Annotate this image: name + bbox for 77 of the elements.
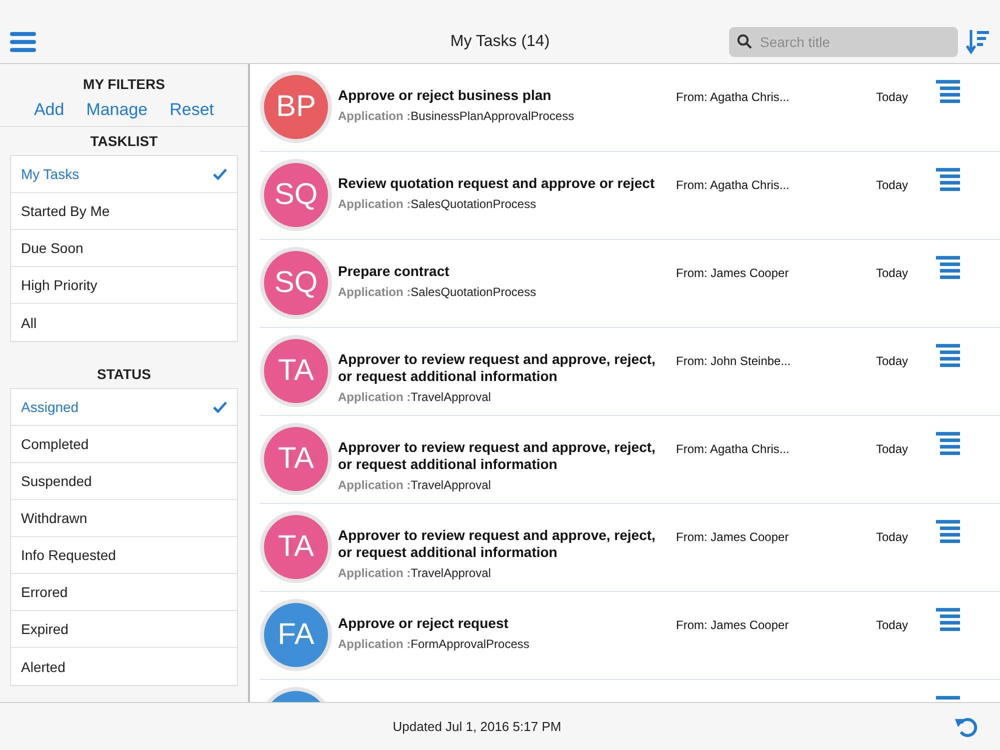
task-date: Today <box>876 177 910 192</box>
search-bar[interactable]: Search title <box>729 26 958 56</box>
task-title: Approver to review request and approve, reject, or request additional information <box>338 351 656 385</box>
section-title: TASKLIST <box>89 132 159 151</box>
task-date: Today <box>876 265 910 280</box>
initials-avatar: BP <box>264 75 328 139</box>
filter-item[interactable]: Alerted <box>11 648 237 685</box>
initials-avatar: FA <box>264 603 328 667</box>
checkmark-icon <box>213 401 227 413</box>
list-icon[interactable] <box>936 608 962 632</box>
task-date: Today <box>876 89 910 104</box>
filter-action-link[interactable]: Reset <box>170 100 214 120</box>
task-row[interactable]: BP Approve or reject business plan Application :BusinessPlanApprovalProcess From: Agatha Chris... Today <box>260 64 1000 152</box>
task-title: Approver to review request and approve, reject, or request additional information <box>338 527 656 561</box>
search-field[interactable]: Search title <box>758 32 942 50</box>
filter-action-link[interactable]: Add <box>34 100 64 120</box>
task-sender: From: James Cooper <box>676 617 790 632</box>
task-sender: From: John Steinbe... <box>676 353 792 368</box>
task-row[interactable]: TA Approver to review request and approve, reject, or request additional information Application :TravelApproval From: James Cooper Today <box>260 504 1000 592</box>
list-icon[interactable] <box>936 520 962 544</box>
application-line: Application :TravelApproval <box>338 566 492 580</box>
filter-item[interactable]: Info Requested <box>11 537 237 574</box>
list-icon[interactable] <box>936 168 962 192</box>
task-title: Approve or reject request <box>338 615 510 632</box>
filter-item[interactable]: My Tasks <box>11 156 237 193</box>
filter-item[interactable]: Errored <box>11 574 237 611</box>
checkmark-icon <box>213 168 227 180</box>
application-line: Application :BusinessPlanApprovalProcess <box>338 109 576 123</box>
initials-avatar: TA <box>264 427 328 491</box>
task-row[interactable]: FA Approve or reject request Application :FormApprovalProcess From: James Cooper Today <box>260 592 1000 680</box>
sort-icon[interactable] <box>966 28 990 54</box>
task-title: Approve or reject business plan <box>338 87 552 104</box>
task-date: Today <box>876 441 910 456</box>
initials-avatar: SQ <box>264 251 328 315</box>
initials-avatar: TA <box>264 515 328 579</box>
list-icon[interactable] <box>936 256 962 280</box>
task-title: Approver to review request and approve, reject, or request additional information <box>338 439 656 473</box>
updated-time: Updated Jul 1, 2016 5:17 PM <box>392 719 562 734</box>
task-sender: From: James Cooper <box>676 265 790 280</box>
task-sender: From: Agatha Chris... <box>676 89 790 104</box>
filter-item[interactable]: Completed <box>11 426 237 463</box>
task-row[interactable]: TA Approver to review request and approve, reject, or request additional information Application :TravelApproval From: John Steinbe... Today <box>260 328 1000 416</box>
list-icon[interactable] <box>936 80 962 104</box>
filter-item[interactable]: High Priority <box>11 267 237 304</box>
task-sender: From: Agatha Chris... <box>676 441 790 456</box>
filter-item[interactable]: All <box>11 304 237 341</box>
task-date: Today <box>876 529 910 544</box>
page-title: My Tasks (14) <box>450 32 550 50</box>
list-icon[interactable] <box>936 432 962 456</box>
application-line: Application :SalesQuotationProcess <box>338 285 538 299</box>
task-date: Today <box>876 353 910 368</box>
task-row[interactable]: SQ Prepare contract Application :SalesQuotationProcess From: James Cooper Today <box>260 240 1000 328</box>
filter-item[interactable]: Withdrawn <box>11 500 237 537</box>
filter-item[interactable]: Started By Me <box>11 193 237 230</box>
task-title: Review quotation request and approve or reject <box>338 175 656 192</box>
filter-item[interactable]: Assigned <box>11 389 237 426</box>
filter-action-link[interactable]: Manage <box>86 100 148 120</box>
section-title: STATUS <box>96 365 152 384</box>
filter-item[interactable]: Due Soon <box>11 230 237 267</box>
application-line: Application :SalesQuotationProcess <box>338 197 538 211</box>
search-icon <box>737 34 752 49</box>
task-row[interactable]: SQ Review quotation request and approve or reject Application :SalesQuotationProcess From: Agatha Chris... Today <box>260 152 1000 240</box>
menu-icon[interactable] <box>10 30 36 54</box>
list-icon[interactable] <box>936 344 962 368</box>
task-sender: From: Agatha Chris... <box>676 177 790 192</box>
filter-item[interactable]: Expired <box>11 611 237 648</box>
application-line: Application :TravelApproval <box>338 478 492 492</box>
application-line: Application :FormApprovalProcess <box>338 637 530 651</box>
initials-avatar: TA <box>264 339 328 403</box>
task-title: Prepare contract <box>338 263 450 280</box>
task-row[interactable]: TA Approver to review request and approve, reject, or request additional information Application :TravelApproval From: Agatha Chris... Today <box>260 416 1000 504</box>
task-sender: From: James Cooper <box>676 529 790 544</box>
task-date: Today <box>876 617 910 632</box>
initials-avatar: SQ <box>264 163 328 227</box>
filter-item[interactable]: Suspended <box>11 463 237 500</box>
section-title: MY FILTERS <box>82 75 166 94</box>
application-line: Application :TravelApproval <box>338 390 492 404</box>
